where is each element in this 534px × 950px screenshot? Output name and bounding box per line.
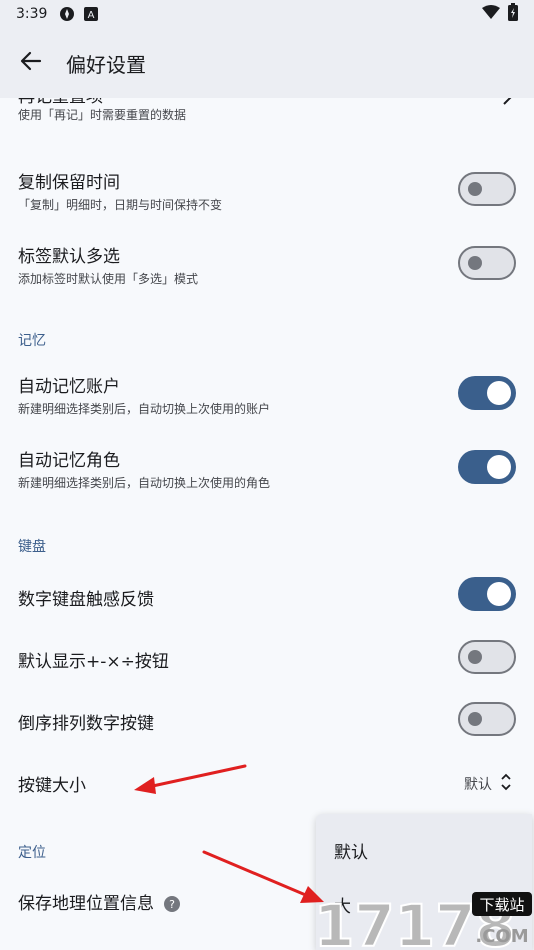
dropdown-option-default[interactable]: 默认 [334, 838, 368, 863]
watermark-logo: 17178 下载站 .COM [312, 880, 534, 950]
keypad-haptic-row[interactable]: 数字键盘触感反馈 [0, 568, 534, 630]
key-size-row[interactable]: 按键大小 默认 [0, 754, 534, 810]
auto-role-title: 自动记忆角色 [18, 451, 120, 471]
copy-keep-time-row[interactable]: 复制保留时间 「复制」明细时，日期与时间保持不变 [0, 156, 534, 230]
vpn-status-icon [59, 6, 75, 22]
switch-knob [468, 650, 482, 664]
chevron-right-icon [502, 98, 512, 110]
auto-role-row[interactable]: 自动记忆角色 新建明细选择类别后，自动切换上次使用的角色 [0, 436, 534, 510]
key-size-selector[interactable]: 默认 [464, 772, 512, 796]
reverse-keys-switch[interactable] [458, 702, 516, 736]
show-ops-row[interactable]: 默认显示+-×÷按钮 [0, 630, 534, 692]
arrow-back-icon [20, 50, 42, 76]
save-location-label: 保存地理位置信息 [18, 894, 154, 914]
key-size-value: 默认 [464, 777, 492, 793]
auto-role-switch[interactable] [458, 450, 516, 484]
auto-account-title: 自动记忆账户 [18, 377, 120, 397]
auto-account-row[interactable]: 自动记忆账户 新建明细选择类别后，自动切换上次使用的账户 [0, 362, 534, 436]
reset-items-row[interactable]: 再记重置项 使用「再记」时需要重置的数据 [0, 98, 534, 148]
section-location: 定位 [18, 845, 46, 861]
switch-knob [468, 182, 482, 196]
tag-multi-row[interactable]: 标签默认多选 添加标签时默认使用「多选」模式 [0, 230, 534, 304]
section-keyboard: 键盘 [18, 539, 46, 555]
unfold-icon [500, 772, 512, 796]
save-location-title: 保存地理位置信息? [18, 889, 180, 914]
back-button[interactable] [0, 35, 62, 91]
svg-text:A: A [88, 10, 95, 21]
tag-multi-title: 标签默认多选 [18, 247, 120, 267]
notification-a-icon: A [83, 6, 99, 22]
reset-items-subtitle: 使用「再记」时需要重置的数据 [18, 108, 187, 122]
reverse-keys-title: 倒序排列数字按键 [18, 714, 154, 734]
copy-keep-time-title: 复制保留时间 [18, 173, 120, 193]
key-size-title: 按键大小 [18, 776, 86, 796]
app-bar: 偏好设置 [0, 28, 534, 98]
switch-knob [468, 256, 482, 270]
section-memory: 记忆 [18, 333, 46, 349]
copy-keep-time-subtitle: 「复制」明细时，日期与时间保持不变 [18, 198, 223, 212]
page-title: 偏好设置 [66, 52, 146, 77]
status-time: 3:39 [16, 6, 48, 22]
switch-knob [487, 381, 511, 405]
switch-knob [487, 582, 511, 606]
auto-account-subtitle: 新建明细选择类别后，自动切换上次使用的账户 [18, 402, 271, 416]
battery-icon [508, 3, 518, 25]
help-icon[interactable]: ? [164, 896, 180, 912]
reverse-keys-row[interactable]: 倒序排列数字按键 [0, 692, 534, 754]
auto-account-switch[interactable] [458, 376, 516, 410]
keypad-haptic-title: 数字键盘触感反馈 [18, 590, 154, 610]
show-ops-switch[interactable] [458, 640, 516, 674]
switch-knob [487, 455, 511, 479]
copy-keep-time-switch[interactable] [458, 172, 516, 206]
keypad-haptic-switch[interactable] [458, 577, 516, 611]
tag-multi-switch[interactable] [458, 246, 516, 280]
wifi-icon [482, 5, 500, 23]
show-ops-title: 默认显示+-×÷按钮 [18, 652, 169, 672]
watermark-site-label: 下载站 [479, 896, 524, 914]
watermark-domain: .COM [475, 926, 528, 947]
auto-role-subtitle: 新建明细选择类别后，自动切换上次使用的角色 [18, 476, 271, 490]
switch-knob [468, 712, 482, 726]
tag-multi-subtitle: 添加标签时默认使用「多选」模式 [18, 272, 199, 286]
status-bar: 3:39 A [0, 0, 534, 28]
